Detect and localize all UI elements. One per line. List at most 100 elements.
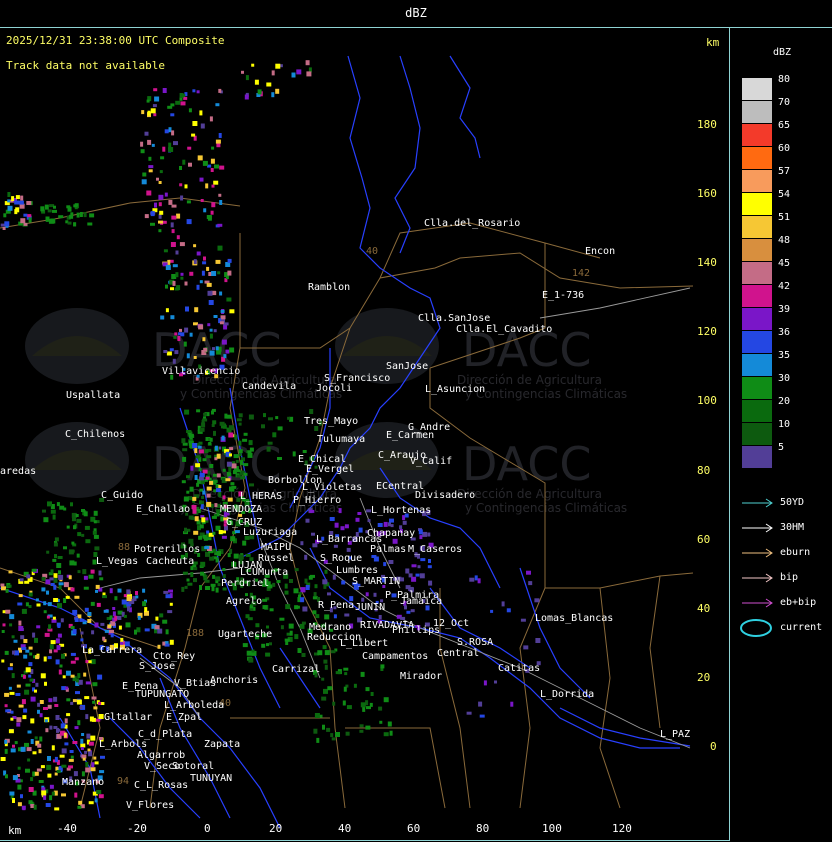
echo-pixel — [144, 131, 149, 136]
arrow-icon — [742, 548, 773, 558]
echo-pixel — [261, 643, 266, 648]
echo-pixel — [305, 518, 310, 523]
echo-pixel — [110, 633, 114, 638]
echo-pixel — [302, 606, 308, 612]
echo-pixel — [66, 698, 71, 702]
echo-pixel — [301, 653, 306, 657]
echo-pixel — [17, 602, 23, 606]
echo-pixel — [251, 63, 255, 67]
echo-pixel — [12, 798, 15, 803]
echo-pixel — [248, 440, 253, 446]
echo-pixel — [180, 272, 184, 276]
echo-pixel — [144, 628, 150, 632]
echo-pixel — [87, 612, 92, 616]
echo-pixel — [206, 537, 212, 541]
echo-pixel — [238, 440, 242, 446]
echo-pixel — [10, 748, 16, 753]
echo-pixel — [56, 645, 61, 651]
echo-pixel — [91, 762, 95, 768]
echo-pixel — [20, 746, 26, 752]
echo-pixel — [126, 596, 132, 602]
echo-pixel — [153, 88, 158, 92]
echo-pixel — [248, 414, 254, 420]
echo-pixel — [200, 561, 206, 567]
echo-pixel — [75, 514, 79, 517]
echo-pixel — [84, 750, 88, 754]
echo-pixel — [20, 218, 26, 224]
echo-pixel — [224, 413, 228, 419]
echo-pixel — [206, 486, 212, 491]
window-title: dBZ — [405, 6, 427, 20]
echo-pixel — [2, 623, 6, 627]
place-label: Villavicencio — [162, 366, 241, 377]
echo-pixel — [18, 626, 24, 631]
echo-pixel — [81, 771, 85, 777]
place-label: E_Zpal — [166, 712, 203, 723]
echo-pixel — [265, 652, 271, 657]
echo-pixel — [65, 686, 69, 690]
echo-pixel — [98, 794, 104, 799]
echo-pixel — [29, 678, 34, 682]
echo-pixel — [74, 595, 80, 599]
echo-pixel — [168, 589, 173, 593]
echo-pixel — [70, 701, 74, 705]
echo-pixel — [134, 629, 137, 635]
echo-pixel — [209, 350, 215, 356]
place-label: TUNUYAN — [190, 773, 233, 784]
echo-pixel — [362, 706, 366, 712]
echo-pixel — [322, 579, 328, 585]
echo-pixel — [53, 205, 56, 209]
echo-pixel — [326, 727, 331, 732]
echo-pixel — [202, 418, 208, 422]
echo-pixel — [199, 427, 205, 432]
echo-pixel — [313, 596, 318, 600]
echo-pixel — [236, 469, 241, 473]
echo-pixel — [215, 580, 219, 584]
echo-pixel — [279, 617, 285, 621]
echo-pixel — [294, 634, 299, 640]
echo-pixel — [73, 771, 78, 777]
radar-map-frame[interactable]: DACC Dirección de Agricultura y Continge… — [0, 28, 730, 841]
place-label: Uspallata — [66, 390, 121, 401]
y-tick: 120 — [697, 325, 717, 338]
echo-pixel — [90, 601, 95, 606]
echo-pixel — [44, 204, 49, 210]
echo-pixel — [262, 605, 268, 610]
echo-pixel — [157, 644, 161, 649]
echo-pixel — [56, 563, 62, 568]
bin-value: 5 — [778, 442, 785, 453]
echo-pixel — [112, 611, 116, 617]
echo-pixel — [102, 636, 106, 641]
x-tick: 100 — [542, 822, 562, 835]
echo-pixel — [43, 610, 47, 614]
echo-pixel — [11, 673, 15, 679]
bin-value: 36 — [778, 327, 791, 338]
echo-pixel — [196, 482, 200, 487]
echo-pixel — [59, 754, 65, 758]
echo-pixel — [15, 195, 20, 200]
echo-pixel — [96, 602, 101, 607]
echo-pixel — [418, 529, 423, 535]
echo-pixel — [85, 681, 91, 685]
echo-pixel — [344, 524, 349, 529]
echo-pixel — [170, 113, 175, 117]
echo-pixel — [243, 472, 248, 476]
echo-pixel — [50, 640, 56, 645]
x-tick: -40 — [57, 822, 77, 835]
echo-pixel — [167, 259, 171, 265]
echo-pixel — [36, 603, 41, 607]
echo-pixel — [200, 123, 205, 129]
echo-pixel — [88, 741, 94, 746]
echo-pixel — [313, 728, 318, 734]
echo-pixel — [210, 158, 215, 164]
echo-pixel — [162, 88, 167, 93]
color-bin — [742, 285, 772, 307]
legend-title: dBZ — [773, 47, 792, 58]
echo-pixel — [72, 609, 78, 615]
echo-pixel — [5, 609, 11, 614]
echo-pixel — [83, 511, 88, 517]
echo-pixel — [66, 713, 71, 717]
color-bin — [742, 170, 772, 192]
echo-pixel — [53, 542, 58, 547]
echo-pixel — [58, 574, 64, 580]
